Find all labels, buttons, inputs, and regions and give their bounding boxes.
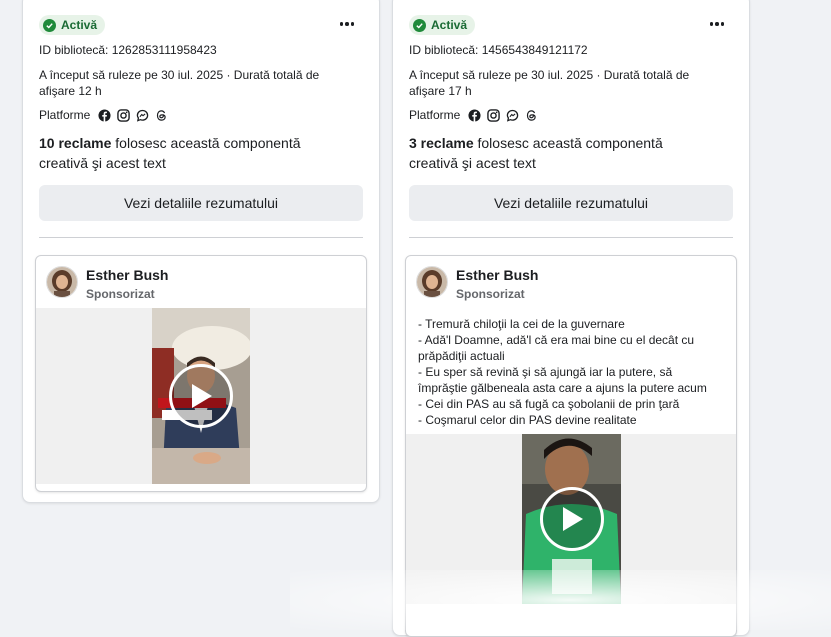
ads-count-text: 10 reclame folosesc această componentă c… — [39, 133, 339, 173]
avatar[interactable] — [416, 266, 448, 298]
ads-count-text: 3 reclame folosesc această componentă cr… — [409, 133, 709, 173]
ads-count-bold: 3 reclame — [409, 135, 474, 151]
library-id: ID bibliotecă: 1262853111958423 — [39, 43, 217, 57]
ad-text-line: - Tremură chiloţii la cei de la guvernar… — [418, 317, 625, 331]
avatar[interactable] — [46, 266, 78, 298]
check-icon — [413, 18, 426, 32]
sponsored-label: Sponsorizat — [86, 287, 155, 301]
ad-media — [406, 434, 736, 604]
status-text: Activă — [61, 18, 98, 32]
platforms-label: Platforme — [409, 108, 461, 122]
instagram-icon — [117, 108, 131, 122]
platforms-row: Platforme — [39, 107, 363, 123]
divider — [39, 237, 363, 238]
facebook-icon — [468, 108, 481, 122]
platforms-label: Platforme — [39, 108, 91, 122]
ad-preview: Esther Bush Sponsorizat - Tremură chiloţ… — [405, 255, 737, 637]
run-info: A început să ruleze pe 30 iul. 2025 · Du… — [39, 68, 320, 98]
messenger-icon — [137, 109, 149, 122]
run-info: A început să ruleze pe 30 iul. 2025 · Du… — [409, 68, 690, 98]
facebook-icon — [98, 108, 111, 122]
advertiser-name[interactable]: Esther Bush — [456, 267, 538, 283]
more-options-icon[interactable] — [707, 17, 727, 31]
play-icon[interactable] — [539, 487, 604, 551]
ad-library-card-2: Activă ID bibliotecă: 1456543849121172 A… — [392, 0, 750, 637]
card-header: Activă ID bibliotecă: 1456543849121172 A… — [393, 0, 749, 238]
ad-header: Esther Bush Sponsorizat — [406, 256, 736, 308]
ads-count-bold: 10 reclame — [39, 135, 112, 151]
view-summary-details-button[interactable]: Vezi detaliile rezumatului — [39, 185, 363, 221]
view-summary-details-button[interactable]: Vezi detaliile rezumatului — [409, 185, 733, 221]
instagram-icon — [487, 108, 501, 122]
ad-preview: Esther Bush Sponsorizat — [35, 255, 367, 492]
divider — [409, 237, 733, 238]
status-text: Activă — [431, 18, 468, 32]
sponsored-label: Sponsorizat — [456, 287, 525, 301]
library-id: ID bibliotecă: 1456543849121172 — [409, 43, 588, 57]
ad-media — [36, 308, 366, 484]
status-badge: Activă — [409, 15, 476, 35]
check-icon — [43, 18, 56, 32]
ad-header: Esther Bush Sponsorizat — [36, 256, 366, 308]
threads-icon — [157, 109, 167, 121]
more-options-icon[interactable] — [337, 17, 357, 31]
ad-text-line: - Coşmarul celor din PAS devine realitat… — [418, 413, 637, 427]
ad-body-text: - Tremură chiloţii la cei de la guvernar… — [406, 308, 736, 434]
ad-text-line: - Cei din PAS au să fugă ca şobolanii de… — [418, 397, 680, 411]
platforms-row: Platforme — [409, 107, 733, 123]
ad-text-line: - Eu sper să revină şi să ajungă iar la … — [418, 365, 707, 395]
ad-text-line: - Adă'l Doamne, adă'l că era mai bine cu… — [418, 333, 695, 363]
status-badge: Activă — [39, 15, 106, 35]
threads-icon — [527, 109, 537, 121]
video-thumbnail[interactable] — [522, 434, 621, 604]
messenger-icon — [507, 109, 519, 122]
ad-library-card-1: Activă ID bibliotecă: 1262853111958423 A… — [22, 0, 380, 503]
card-header: Activă ID bibliotecă: 1262853111958423 A… — [23, 0, 379, 238]
video-thumbnail[interactable] — [152, 308, 250, 484]
advertiser-name[interactable]: Esther Bush — [86, 267, 168, 283]
play-icon[interactable] — [169, 364, 233, 428]
